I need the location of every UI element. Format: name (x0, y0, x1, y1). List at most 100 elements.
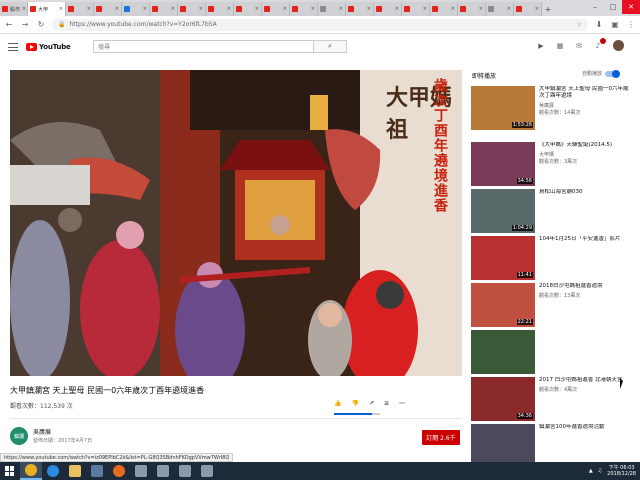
close-tab-icon[interactable]: × (507, 6, 511, 12)
maximize-button[interactable]: □ (604, 0, 622, 14)
share-button[interactable]: ↗ (369, 400, 374, 407)
taskbar-app-chrome[interactable] (20, 462, 42, 480)
close-tab-icon[interactable]: × (535, 6, 539, 12)
taskbar-app-folder[interactable] (64, 462, 86, 480)
extension-icon[interactable]: ▣ (610, 20, 620, 30)
browser-tab[interactable]: × (486, 2, 514, 16)
youtube-logo[interactable]: YouTube (26, 43, 71, 51)
browser-tab[interactable]: × (122, 2, 150, 16)
dislike-button[interactable]: 👎 (351, 400, 358, 407)
bookmark-star-icon[interactable]: ☆ (577, 21, 582, 28)
taskbar-app-app[interactable] (130, 462, 152, 480)
video-thumbnail[interactable]: 11:41 (471, 236, 535, 280)
menu-dots-icon[interactable]: ⋮ (626, 20, 636, 30)
close-tab-icon[interactable]: × (115, 6, 119, 12)
taskbar-app-ie[interactable] (42, 462, 64, 480)
tab-label: 大甲 (38, 6, 49, 13)
recommendation-item[interactable]: 34:56 《大甲媽》天驛聖誕(2014.5) 大甲媽 觀看次數：3萬次 (471, 142, 631, 188)
duration-badge: 22:21 (516, 319, 533, 325)
apps-grid-icon[interactable]: ▦ (556, 42, 564, 50)
save-button[interactable]: ≡ (384, 400, 389, 407)
taskbar-app-media[interactable] (86, 462, 108, 480)
browser-tab[interactable]: × (374, 2, 402, 16)
close-tab-icon[interactable]: × (479, 6, 483, 12)
forward-icon[interactable]: → (20, 20, 30, 30)
network-icon[interactable]: ▲ (589, 468, 593, 474)
close-tab-icon[interactable]: × (311, 6, 315, 12)
address-text: https://www.youtube.com/watch?v=Y2or6fL7… (69, 21, 217, 28)
browser-tab[interactable]: × (318, 2, 346, 16)
close-tab-icon[interactable]: × (423, 6, 427, 12)
browser-tab[interactable]: × (514, 2, 542, 16)
browser-tab[interactable]: × (458, 2, 486, 16)
address-bar[interactable]: 🔒 https://www.youtube.com/watch?v=Y2or6f… (52, 18, 588, 31)
search-button[interactable]: ⌕ (313, 40, 347, 53)
video-thumbnail[interactable]: 34:36 (471, 377, 535, 421)
recommendation-item[interactable] (471, 330, 631, 376)
recommendation-item[interactable]: 1:53:26 大甲鎮瀾宮 天上聖母 民國一0六年歲次丁酉年遶境 吳廣展 觀看次數：1… (471, 86, 631, 132)
autoplay-control[interactable]: 自動播放 (582, 69, 621, 78)
close-tab-icon[interactable]: × (143, 6, 147, 12)
close-tab-icon[interactable]: × (255, 6, 259, 12)
recommendation-item[interactable]: 11:41 104年1月25日「平安進香」影片 (471, 236, 631, 282)
recommendation-item[interactable]: 22:21 2018白沙屯媽祖進香遶境 觀看次數：13萬次 (471, 283, 631, 329)
close-tab-icon[interactable]: × (227, 6, 231, 12)
browser-tab[interactable]: × (234, 2, 262, 16)
close-window-button[interactable]: ✕ (622, 0, 640, 14)
video-thumbnail[interactable]: 1:53:26 (471, 86, 535, 130)
browser-tab[interactable]: × (206, 2, 234, 16)
taskbar-app-app[interactable] (196, 462, 218, 480)
search-input[interactable]: 搜尋 (93, 40, 328, 53)
back-icon[interactable]: ← (4, 20, 14, 30)
autoplay-toggle[interactable] (605, 69, 621, 78)
like-button[interactable]: 👍 (334, 400, 341, 407)
recommendation-item[interactable]: 34:36 2017 白沙屯媽祖進香 北港朝天宮 觀看次數：4萬次 (471, 377, 631, 423)
browser-tab[interactable]: × (346, 2, 374, 16)
taskbar-app-app[interactable] (152, 462, 174, 480)
close-tab-icon[interactable]: × (283, 6, 287, 12)
browser-tab[interactable]: × (290, 2, 318, 16)
close-tab-icon[interactable]: × (199, 6, 203, 12)
browser-tab[interactable]: × (402, 2, 430, 16)
video-thumbnail[interactable]: 34:56 (471, 142, 535, 186)
more-actions-button[interactable]: ⋯ (399, 400, 405, 407)
channel-avatar[interactable]: 鎮瀾 (10, 427, 28, 445)
browser-tab[interactable]: × (178, 2, 206, 16)
close-tab-icon[interactable]: × (395, 6, 399, 12)
account-avatar[interactable] (613, 40, 624, 51)
browser-tab[interactable]: × (66, 2, 94, 16)
new-tab-button[interactable]: + (542, 2, 554, 16)
browser-tab[interactable]: × (94, 2, 122, 16)
video-thumbnail[interactable]: 1:04:29 (471, 189, 535, 233)
recommendation-item[interactable]: 1:04:29 鳥松山海宮廟030 (471, 189, 631, 235)
browser-tab[interactable]: 大甲 × (28, 2, 66, 16)
minimize-button[interactable]: – (586, 0, 604, 14)
reload-icon[interactable]: ↻ (36, 20, 46, 30)
close-tab-icon[interactable]: × (171, 6, 175, 12)
close-tab-icon[interactable]: × (339, 6, 343, 12)
browser-tab[interactable]: × (262, 2, 290, 16)
app-icon (135, 465, 147, 477)
browser-tab[interactable]: 股市 × (0, 2, 28, 16)
download-icon[interactable]: ⬇ (594, 20, 604, 30)
taskbar-app-app[interactable] (174, 462, 196, 480)
close-tab-icon[interactable]: × (22, 6, 26, 12)
video-player[interactable]: 大甲媽祖 歲次丁酉年遶境進香 (10, 70, 462, 376)
close-tab-icon[interactable]: × (59, 6, 63, 12)
hamburger-menu-icon[interactable] (8, 43, 18, 51)
taskbar-app-firefox[interactable] (108, 462, 130, 480)
subscribe-button[interactable]: 訂閱 2.6千 (422, 430, 460, 445)
volume-icon[interactable]: ♫ (598, 468, 602, 474)
channel-name[interactable]: 吳廣展 (33, 427, 51, 436)
close-tab-icon[interactable]: × (367, 6, 371, 12)
create-video-icon[interactable]: ▶ (537, 42, 545, 50)
start-button[interactable] (0, 462, 20, 480)
video-thumbnail[interactable]: 22:21 (471, 283, 535, 327)
close-tab-icon[interactable]: × (87, 6, 91, 12)
clock[interactable]: 下午 06:03 2018/12/28 (607, 465, 636, 477)
browser-tab[interactable]: × (430, 2, 458, 16)
video-thumbnail[interactable] (471, 330, 535, 374)
close-tab-icon[interactable]: × (451, 6, 455, 12)
messages-icon[interactable]: ✉ (575, 42, 583, 50)
browser-tab[interactable]: × (150, 2, 178, 16)
